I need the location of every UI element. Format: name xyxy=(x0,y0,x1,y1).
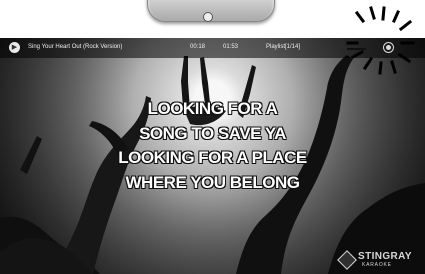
stingray-karaoke-logo: STINGRAY KARAOKE xyxy=(337,249,420,273)
lyric-line: SONG TO SAVE YA xyxy=(139,123,286,143)
time-elapsed: 00:18 xyxy=(190,44,206,50)
stingray-logo-icon xyxy=(337,250,357,270)
device-top xyxy=(0,0,425,36)
lyric-line: WHERE YOU BELONG xyxy=(125,172,300,192)
playlist-count: Playlist[1/14] xyxy=(266,44,301,50)
play-icon[interactable]: ▶ xyxy=(9,42,20,53)
status-light-icon xyxy=(383,42,394,53)
logo-subtitle: KARAOKE xyxy=(362,262,392,268)
karaoke-screen: ▶ Sing Your Heart Out (Rock Version) 00:… xyxy=(0,38,425,274)
player-top-bar: ▶ Sing Your Heart Out (Rock Version) 00:… xyxy=(0,38,425,58)
lyric-line: LOOKING FOR A xyxy=(147,99,278,118)
status-line xyxy=(347,48,366,50)
device-light-icon xyxy=(203,12,213,22)
logo-name: STINGRAY xyxy=(358,251,412,262)
lyric-line: LOOKING FOR A PLACE xyxy=(118,148,307,167)
song-title: Sing Your Heart Out (Rock Version) xyxy=(28,44,123,50)
karaoke-lyrics: LOOKING FOR A SONG TO SAVE YA LOOKING FO… xyxy=(100,97,325,195)
time-total: 01:53 xyxy=(223,44,239,50)
